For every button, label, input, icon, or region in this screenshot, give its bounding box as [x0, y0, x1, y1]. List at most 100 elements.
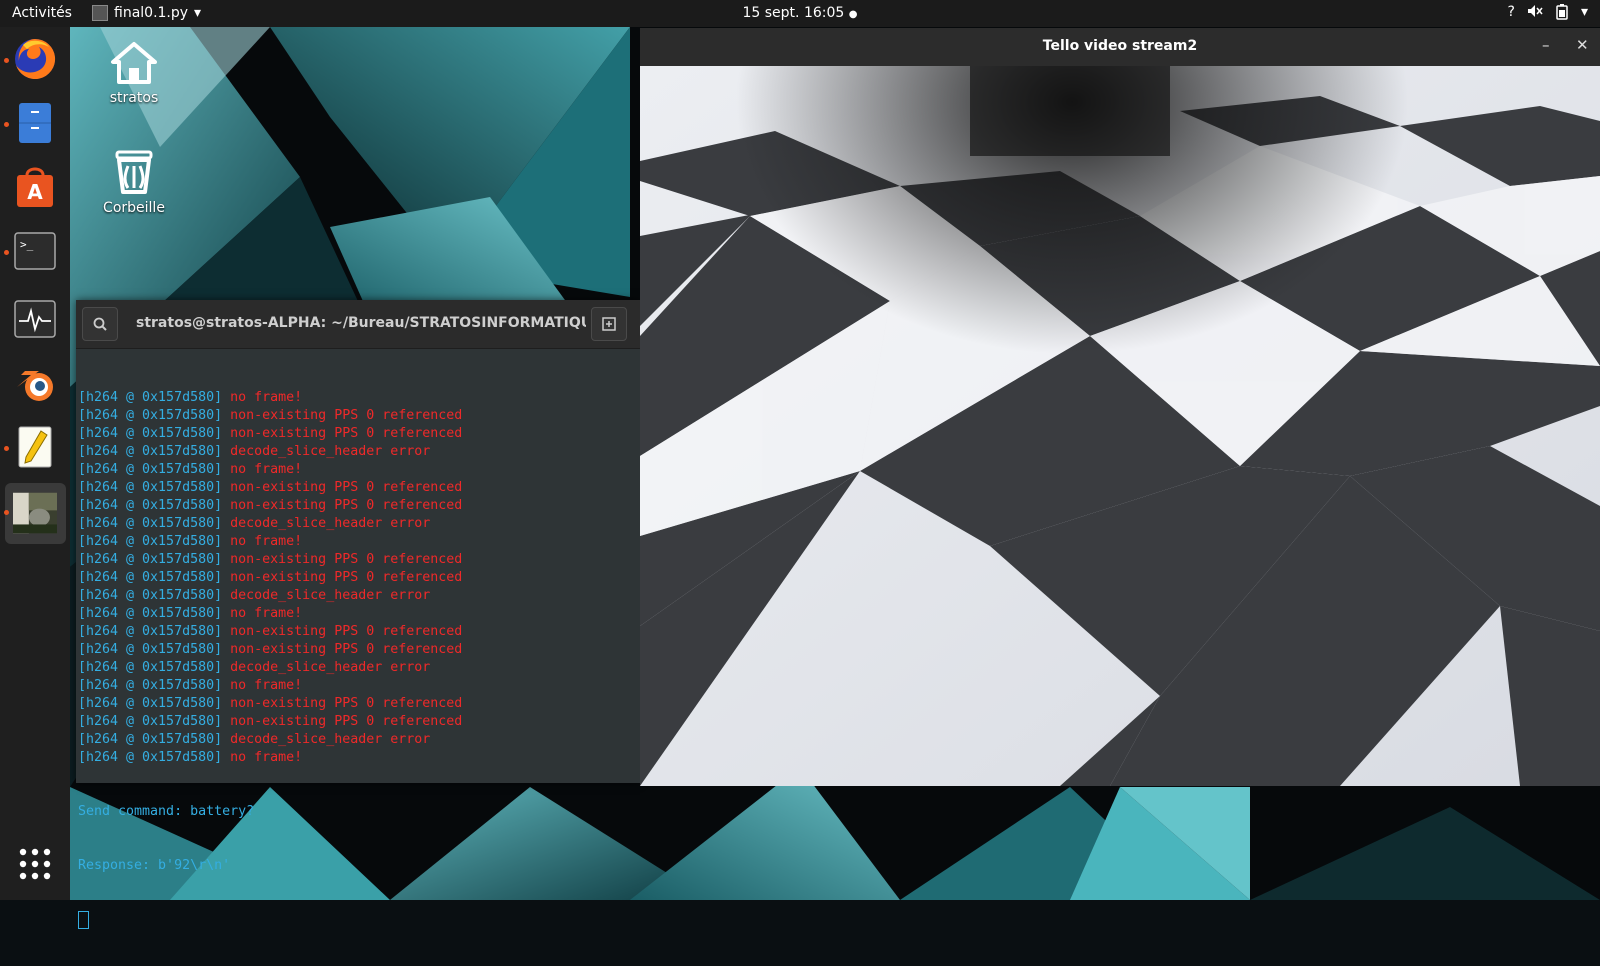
running-indicator [4, 250, 9, 255]
app-menu[interactable]: final0.1.py ▾ [92, 5, 201, 21]
log-prefix: [h264 @ 0x157d580] [78, 642, 223, 657]
log-message: no frame! [230, 534, 303, 549]
system-menu-arrow-icon[interactable]: ▾ [1581, 4, 1588, 24]
dock-item-blender[interactable] [13, 361, 57, 405]
log-line: [h264 @ 0x157d580] decode_slice_header e… [78, 587, 638, 605]
dock-item-software[interactable]: A [13, 165, 57, 209]
dock-item-firefox[interactable] [13, 37, 57, 81]
video-window[interactable]: Tello video stream2 – ✕ [640, 28, 1600, 786]
close-button[interactable]: ✕ [1576, 36, 1589, 54]
log-prefix: [h264 @ 0x157d580] [78, 660, 223, 675]
terminal-output[interactable]: [h264 @ 0x157d580] no frame! [h264 @ 0x15… [76, 349, 640, 966]
new-tab-button[interactable] [591, 307, 627, 341]
log-message: no frame! [230, 462, 303, 477]
log-line: [h264 @ 0x157d580] no frame! [78, 605, 638, 623]
log-message: decode_slice_header error [230, 516, 431, 531]
log-line: [h264 @ 0x157d580] non-existing PPS 0 re… [78, 623, 638, 641]
checkerboard-floor-image [640, 66, 1600, 786]
running-indicator [4, 446, 9, 451]
clock-button[interactable]: 15 sept. 16:05 ● [743, 5, 858, 21]
log-line: [h264 @ 0x157d580] non-existing PPS 0 re… [78, 695, 638, 713]
dock-item-system-monitor[interactable] [13, 297, 57, 341]
desktop-icon-trash[interactable]: Corbeille [89, 146, 179, 216]
activities-button[interactable]: Activités [12, 5, 72, 21]
log-message: non-existing PPS 0 referenced [230, 426, 463, 441]
log-line: [h264 @ 0x157d580] no frame! [78, 749, 638, 767]
log-message: decode_slice_header error [230, 588, 431, 603]
log-message: no frame! [230, 606, 303, 621]
search-icon [93, 317, 107, 331]
terminal-header: stratos@stratos-ALPHA: ~/Bureau/STRATOSI… [76, 300, 640, 349]
log-line: [h264 @ 0x157d580] no frame! [78, 461, 638, 479]
log-line: [h264 @ 0x157d580] decode_slice_header e… [78, 443, 638, 461]
log-prefix: [h264 @ 0x157d580] [78, 498, 223, 513]
response-line: Response: b'92\r\n' [78, 858, 231, 873]
minimize-button[interactable]: – [1542, 36, 1550, 54]
log-prefix: [h264 @ 0x157d580] [78, 678, 223, 693]
dock-item-terminal[interactable]: >_ [13, 229, 57, 273]
system-tray[interactable]: ? ▾ [1508, 4, 1588, 24]
log-prefix: [h264 @ 0x157d580] [78, 552, 223, 567]
new-tab-icon [602, 317, 616, 331]
svg-text:A: A [27, 180, 43, 204]
log-prefix: [h264 @ 0x157d580] [78, 714, 223, 729]
log-prefix: [h264 @ 0x157d580] [78, 696, 223, 711]
log-message: no frame! [230, 678, 303, 693]
help-icon[interactable]: ? [1508, 4, 1515, 24]
clock-area: 15 sept. 16:05 ● [0, 5, 1600, 21]
dock-item-files[interactable] [13, 101, 57, 145]
top-bar: Activités final0.1.py ▾ 15 sept. 16:05 ●… [0, 0, 1600, 27]
log-message: non-existing PPS 0 referenced [230, 624, 463, 639]
log-message: decode_slice_header error [230, 660, 431, 675]
log-line: [h264 @ 0x157d580] non-existing PPS 0 re… [78, 713, 638, 731]
log-message: no frame! [230, 390, 303, 405]
log-prefix: [h264 @ 0x157d580] [78, 408, 223, 423]
python-app-icon [92, 5, 108, 21]
desktop-icon-label: Corbeille [103, 200, 165, 216]
running-indicator [4, 58, 9, 63]
terminal-window[interactable]: stratos@stratos-ALPHA: ~/Bureau/STRATOSI… [76, 300, 640, 929]
log-message: non-existing PPS 0 referenced [230, 498, 463, 513]
dock: A >_ [0, 27, 70, 900]
terminal-cursor [78, 911, 89, 929]
video-titlebar[interactable]: Tello video stream2 – ✕ [640, 28, 1600, 67]
log-message: non-existing PPS 0 referenced [230, 408, 463, 423]
battery-icon[interactable] [1555, 4, 1569, 24]
video-window-title: Tello video stream2 [1042, 38, 1198, 54]
log-prefix: [h264 @ 0x157d580] [78, 462, 223, 477]
notification-dot-icon: ● [848, 9, 858, 20]
trash-icon [115, 150, 153, 194]
log-prefix: [h264 @ 0x157d580] [78, 624, 223, 639]
show-applications-button[interactable] [13, 842, 57, 886]
log-prefix: [h264 @ 0x157d580] [78, 750, 223, 765]
log-prefix: [h264 @ 0x157d580] [78, 480, 223, 495]
log-prefix: [h264 @ 0x157d580] [78, 606, 223, 621]
clock-text: 15 sept. 16:05 [742, 5, 845, 21]
log-lines: [h264 @ 0x157d580] no frame! [h264 @ 0x15… [78, 389, 638, 767]
log-line: [h264 @ 0x157d580] decode_slice_header e… [78, 659, 638, 677]
log-prefix: [h264 @ 0x157d580] [78, 426, 223, 441]
text-editor-icon [18, 426, 52, 468]
ubuntu-software-icon: A [17, 167, 53, 207]
log-message: non-existing PPS 0 referenced [230, 552, 463, 567]
video-stream-thumbnail-icon [13, 492, 57, 534]
log-prefix: [h264 @ 0x157d580] [78, 516, 223, 531]
log-message: non-existing PPS 0 referenced [230, 642, 463, 657]
system-monitor-icon [14, 300, 56, 338]
log-prefix: [h264 @ 0x157d580] [78, 570, 223, 585]
blender-icon [17, 371, 53, 401]
log-line: [h264 @ 0x157d580] non-existing PPS 0 re… [78, 425, 638, 443]
log-line: [h264 @ 0x157d580] non-existing PPS 0 re… [78, 569, 638, 587]
log-line: [h264 @ 0x157d580] non-existing PPS 0 re… [78, 407, 638, 425]
log-message: decode_slice_header error [230, 732, 431, 747]
dock-item-video-stream[interactable] [13, 491, 57, 535]
volume-muted-icon[interactable] [1527, 4, 1543, 24]
terminal-search-button[interactable] [82, 307, 118, 341]
dock-item-text-editor[interactable] [13, 425, 57, 469]
desktop-icon-label: stratos [109, 90, 159, 106]
log-prefix: [h264 @ 0x157d580] [78, 588, 223, 603]
desktop-icon-home[interactable]: stratos [89, 40, 179, 106]
chevron-down-icon: ▾ [194, 5, 202, 21]
log-message: non-existing PPS 0 referenced [230, 480, 463, 495]
log-line: [h264 @ 0x157d580] no frame! [78, 677, 638, 695]
